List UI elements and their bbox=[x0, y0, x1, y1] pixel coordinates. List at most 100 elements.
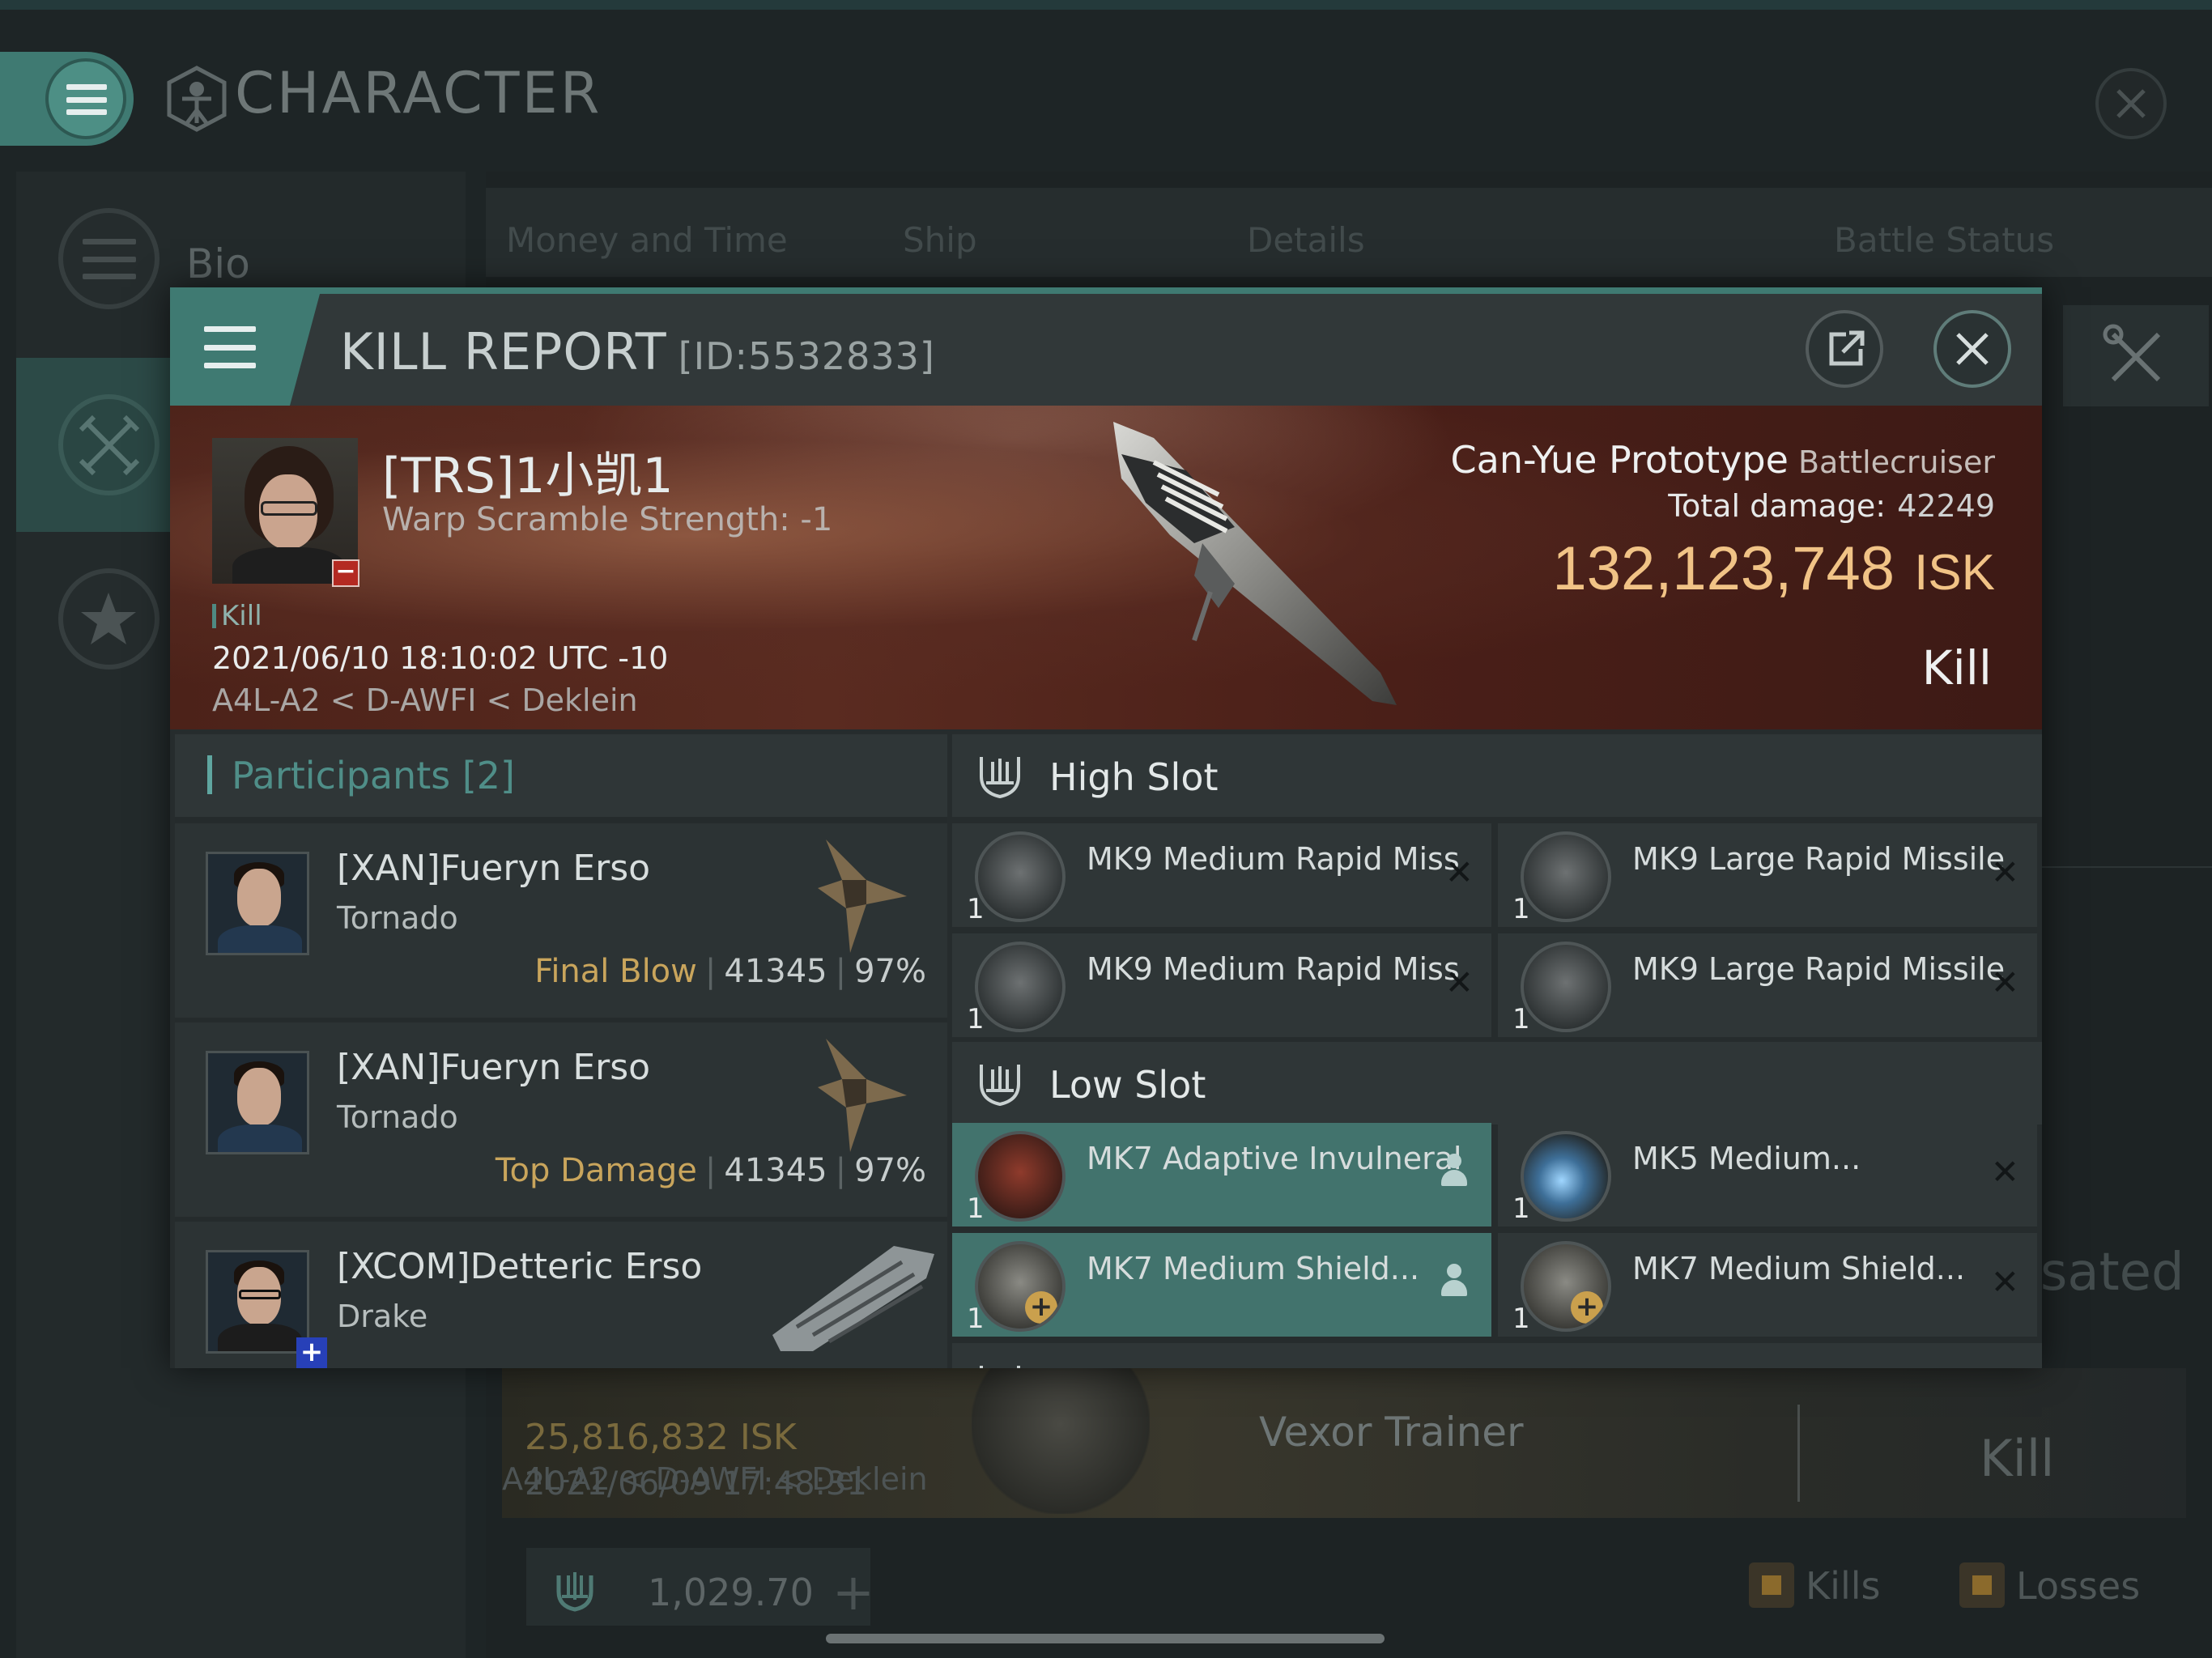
tab-money-and-time[interactable]: Money and Time bbox=[506, 220, 788, 260]
bottom-bar: 1,029.70 + Kills Losses bbox=[502, 1538, 2186, 1635]
tab-battle-status[interactable]: Battle Status bbox=[1834, 220, 2054, 260]
participant-percent: 97% bbox=[854, 953, 926, 990]
modal-title-text: KILL REPORT bbox=[340, 322, 667, 381]
wrench-icon bbox=[2103, 324, 2161, 382]
legend-losses: Losses bbox=[2016, 1564, 2141, 1608]
background-kill-location: A4L-A2 < D-AWFI < Deklein bbox=[502, 1461, 928, 1497]
participant-avatar bbox=[206, 1051, 309, 1154]
module-item[interactable]: 1 MK9 Large Rapid Missile... ✕ bbox=[1498, 933, 2037, 1037]
shield-extender-icon: + bbox=[1521, 1241, 1611, 1332]
fitting-panel: High Slot 1 MK9 Medium Rapid Missile... … bbox=[952, 734, 2042, 1368]
module-qty: 1 bbox=[1512, 1192, 1530, 1225]
missile-launcher-icon bbox=[1521, 942, 1611, 1032]
destroyed-icon: ✕ bbox=[1990, 963, 2019, 1002]
close-icon bbox=[1956, 333, 1989, 365]
missile-launcher-icon bbox=[1521, 831, 1611, 922]
destroyed-icon: ✕ bbox=[1444, 852, 1474, 892]
home-indicator bbox=[826, 1634, 1385, 1643]
background-kill-tag: Kill bbox=[1980, 1429, 2055, 1488]
module-item[interactable]: 1 MK9 Large Rapid Missile... ✕ bbox=[1498, 823, 2037, 927]
nav-bio-icon-wrap bbox=[58, 208, 160, 309]
module-name: MK5 Medium... bbox=[1632, 1141, 1861, 1176]
kill-result: Kill bbox=[1921, 640, 1992, 695]
tornado-ship-image bbox=[818, 1039, 907, 1152]
nav-combat-icon-wrap bbox=[58, 394, 160, 495]
participant-ship: Tornado bbox=[337, 1099, 458, 1135]
module-qty: 1 bbox=[967, 1003, 985, 1035]
modal-close-button[interactable] bbox=[1933, 310, 2011, 388]
participant-avatar bbox=[206, 1250, 309, 1354]
module-name: MK9 Large Rapid Missile... bbox=[1632, 841, 2005, 877]
plex-value: 1,029.70 bbox=[648, 1571, 814, 1614]
isk-value: 132,123,748 ISK bbox=[1552, 534, 1995, 604]
legend-kills: Kills bbox=[1806, 1564, 1881, 1608]
nav-medals-icon-wrap bbox=[58, 568, 160, 670]
participant-damage: 41345 bbox=[724, 953, 827, 990]
mid-slot-icon bbox=[980, 1366, 1020, 1368]
participants-header: Participants [2] bbox=[175, 734, 947, 817]
destroyed-icon: ✕ bbox=[1990, 1152, 2019, 1192]
module-item[interactable]: 1 MK9 Medium Rapid Missile... ✕ bbox=[952, 823, 1491, 927]
total-damage-value: 42249 bbox=[1897, 488, 1995, 524]
external-link-icon bbox=[1829, 330, 1865, 366]
kill-location[interactable]: A4L-A2 < D-AWFI < Deklein bbox=[212, 682, 638, 718]
high-slot-icon bbox=[980, 757, 1020, 799]
module-item[interactable]: + 1 MK7 Medium Shield... ✕ bbox=[1498, 1233, 2037, 1337]
background-ship-image bbox=[972, 1364, 1150, 1514]
character-icon bbox=[167, 66, 227, 132]
participant-row[interactable]: [XAN]Fueryn Erso Tornado Top Damage | 4134… bbox=[175, 1022, 947, 1217]
module-qty: 1 bbox=[967, 1192, 985, 1225]
main-menu-button[interactable] bbox=[0, 52, 134, 146]
add-plex-button[interactable]: + bbox=[832, 1562, 874, 1622]
kill-type-tag: Kill bbox=[212, 600, 262, 632]
dropped-person-icon bbox=[1440, 1154, 1469, 1189]
module-name: MK7 Medium Shield... bbox=[1087, 1251, 1420, 1286]
high-slot-title: High Slot bbox=[1049, 755, 1219, 799]
destroyed-icon: ✕ bbox=[1990, 852, 2019, 892]
background-kill-ship: Vexor Trainer bbox=[1259, 1409, 1524, 1456]
friendly-standing-icon: + bbox=[296, 1337, 327, 1368]
module-qty: 1 bbox=[1512, 1303, 1530, 1335]
plex-balance[interactable]: 1,029.70 + bbox=[526, 1548, 874, 1626]
background-kill-row[interactable]: 25,816,832 ISK 2021/06/09 17:48:31 Vexor… bbox=[502, 1364, 2186, 1518]
module-item[interactable]: 1 MK7 Adaptive Invulnerabilit... bbox=[952, 1123, 1491, 1226]
tab-ship[interactable]: Ship bbox=[903, 220, 977, 260]
total-damage-label: Total damage: bbox=[1668, 488, 1887, 524]
hostile-standing-icon: − bbox=[332, 559, 359, 587]
kill-report-modal: KILL REPORT [ID:5532833] − [TRS]1小凯1 Warp… bbox=[170, 287, 2042, 1368]
list-icon bbox=[83, 239, 136, 279]
shield-extender-icon: + bbox=[975, 1241, 1066, 1332]
isk-amount: 132,123,748 bbox=[1552, 534, 1895, 603]
app-title: CHARACTER bbox=[235, 60, 602, 126]
module-item[interactable]: + 1 MK7 Medium Shield... bbox=[952, 1233, 1491, 1337]
participant-row[interactable]: [XAN]Fueryn Erso Tornado Final Blow | 4134… bbox=[175, 823, 947, 1018]
victim-ship[interactable]: Can-Yue Prototype Battlecruiser bbox=[1451, 438, 1995, 482]
crossed-swords-icon bbox=[79, 414, 140, 476]
background-kill-divider bbox=[1797, 1405, 1800, 1502]
app-close-button[interactable] bbox=[2095, 68, 2167, 139]
module-item[interactable]: 1 MK9 Medium Rapid Missile... ✕ bbox=[952, 933, 1491, 1037]
victim-ship-name: Can-Yue Prototype bbox=[1450, 438, 1789, 482]
background-partial-text: sated bbox=[2040, 1243, 2184, 1303]
tools-tab[interactable] bbox=[2063, 305, 2209, 406]
legend-losses-swatch bbox=[1959, 1562, 2005, 1608]
module-qty: 1 bbox=[967, 893, 985, 925]
low-slot-icon bbox=[980, 1065, 1020, 1107]
modal-menu-button[interactable] bbox=[170, 294, 320, 406]
destroyed-icon: ✕ bbox=[1444, 963, 1474, 1002]
tab-details[interactable]: Details bbox=[1247, 220, 1365, 260]
top-status-strip bbox=[0, 0, 2212, 10]
module-name: MK9 Large Rapid Missile... bbox=[1632, 951, 2005, 987]
kill-report-id: [ID:5532833] bbox=[678, 334, 935, 378]
close-icon bbox=[2116, 89, 2146, 118]
menu-button-circle bbox=[45, 58, 126, 139]
module-item[interactable]: 1 MK5 Medium... ✕ bbox=[1498, 1123, 2037, 1226]
module-qty: 1 bbox=[967, 1303, 985, 1335]
invulnerability-field-icon bbox=[975, 1131, 1066, 1222]
participant-row[interactable]: + [XCOM]Detteric Erso Drake bbox=[175, 1222, 947, 1368]
share-button[interactable] bbox=[1806, 310, 1883, 388]
modal-header: KILL REPORT [ID:5532833] bbox=[170, 294, 2042, 406]
app-header: CHARACTER bbox=[0, 10, 2212, 172]
victim-name[interactable]: [TRS]1小凯1 bbox=[382, 436, 674, 507]
participant-stats: Final Blow | 41345 | 97% bbox=[534, 953, 926, 990]
